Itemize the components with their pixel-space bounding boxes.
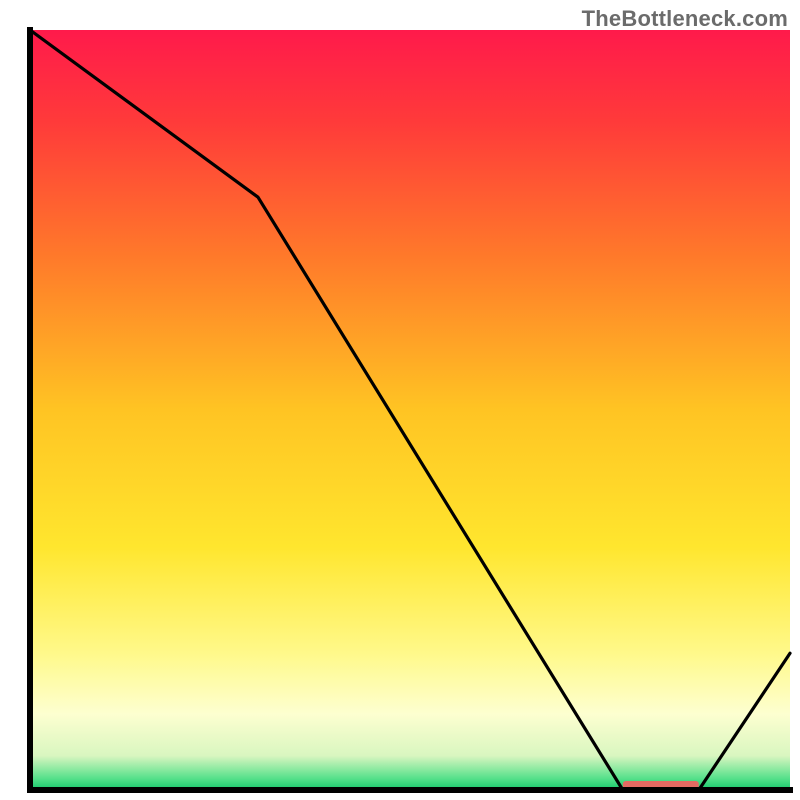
plot-area xyxy=(30,30,790,790)
chart-stage: TheBottleneck.com xyxy=(0,0,800,800)
bottleneck-chart xyxy=(0,0,800,800)
watermark-text: TheBottleneck.com xyxy=(582,6,788,32)
gradient-background xyxy=(30,30,790,790)
